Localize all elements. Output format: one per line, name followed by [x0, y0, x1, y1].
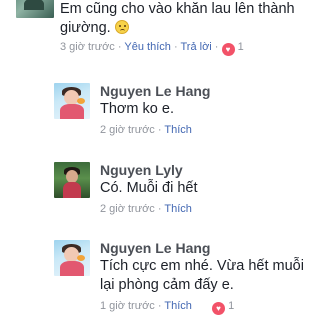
like-button[interactable]: Thích	[164, 300, 192, 312]
comment-text: Có. Muỗi đi hết	[100, 180, 198, 196]
comment-text-line: giường.	[60, 20, 111, 36]
reaction-summary[interactable]: ♥ 1	[212, 300, 234, 315]
comment-text: Tích cực em nhé. Vừa hết muỗi lại phòng …	[100, 257, 315, 295]
commenter-name[interactable]: Nguyen Le Hang	[100, 240, 210, 256]
comment-meta: 3 giờ trước · Yêu thích · Trả lời · ♥ 1	[60, 41, 244, 56]
love-button[interactable]: Yêu thích	[124, 41, 170, 53]
reply-button[interactable]: Trả lời	[180, 41, 211, 53]
comment-text: Em cũng cho vào khăn lau lên thành giườn…	[60, 0, 315, 38]
comment-meta: 2 giờ trước · Thích	[100, 124, 192, 136]
comment-text-line: Em cũng cho vào khăn lau lên thành	[60, 1, 295, 17]
like-button[interactable]: Thích	[164, 203, 192, 215]
commenter-name[interactable]: Nguyen Lyly	[100, 162, 183, 178]
commenter-avatar[interactable]	[54, 83, 90, 119]
comment-meta: 2 giờ trước · Thích	[100, 203, 192, 215]
comment-time[interactable]: 3 giờ trước	[60, 41, 115, 53]
comment-time[interactable]: 2 giờ trước	[100, 203, 155, 215]
commenter-name[interactable]: Nguyen Le Hang	[100, 83, 210, 99]
comment-text: Thơm ko e.	[100, 101, 174, 117]
commenter-avatar[interactable]	[16, 0, 54, 18]
heart-reaction-icon[interactable]: ♥	[212, 302, 225, 315]
smile-emoji-icon	[114, 20, 129, 34]
like-button[interactable]: Thích	[164, 124, 192, 136]
reaction-count[interactable]: 1	[238, 41, 244, 53]
commenter-avatar[interactable]	[54, 240, 90, 276]
commenter-avatar[interactable]	[54, 162, 90, 198]
comment-text-line: Tích cực em nhé. Vừa hết muỗi	[100, 258, 304, 274]
comment-meta: 1 giờ trước · Thích	[100, 300, 192, 312]
reaction-count[interactable]: 1	[228, 300, 234, 312]
comment-time[interactable]: 2 giờ trước	[100, 124, 155, 136]
comment-text-line: lại phòng cảm đấy e.	[100, 277, 234, 293]
comment-time[interactable]: 1 giờ trước	[100, 300, 155, 312]
comment-thread: Em cũng cho vào khăn lau lên thành giườn…	[0, 0, 320, 320]
heart-reaction-icon[interactable]: ♥	[221, 43, 235, 56]
